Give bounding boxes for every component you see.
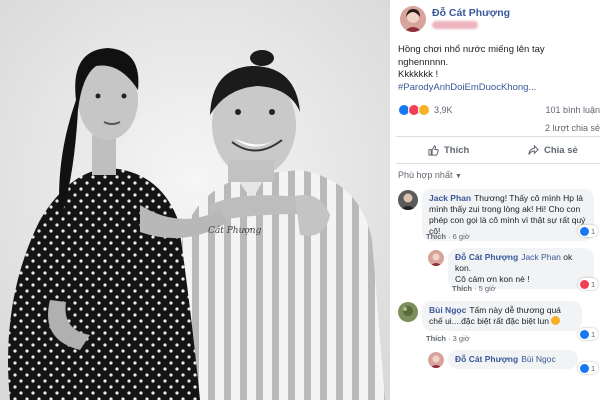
like-button[interactable]: Thích (428, 140, 469, 160)
comment-reaction-badge[interactable]: 1 (578, 328, 599, 340)
comment-like-link[interactable]: Thích (426, 232, 446, 241)
share-button-label: Chia sẻ (544, 144, 578, 156)
reply-author-avatar[interactable] (428, 250, 444, 266)
post-timestamp-blurred (432, 21, 478, 29)
reply-bubble: Đỗ Cát Phượng Jack Phan ok kon. Cô cảm ơn… (448, 248, 594, 289)
post-caption: Hồng chơi nhổ nước miếng lên tay nghennn… (398, 44, 596, 94)
caption-line-1: Hồng chơi nhổ nước miếng lên tay nghennn… (398, 44, 545, 68)
comment-reaction-count: 1 (591, 226, 596, 236)
divider-top (396, 136, 600, 137)
reply-mention[interactable]: Bùi Ngọc (521, 354, 556, 364)
comment-meta: Thích · 6 giờ (426, 232, 470, 241)
post-panel: Đỗ Cát Phượng Hồng chơi nhổ nước miếng l… (390, 0, 600, 400)
like-reaction-icon (580, 363, 589, 373)
reply-author-avatar[interactable] (428, 352, 444, 368)
thumbs-up-icon (428, 144, 439, 156)
smile-emoji-icon (551, 316, 561, 325)
share-arrow-icon (528, 144, 539, 155)
post-author-name[interactable]: Đỗ Cát Phượng (432, 7, 510, 19)
share-button[interactable]: Chia sẻ (528, 140, 578, 160)
comment-reply: Đỗ Cát Phượng Bùi Ngọc 1 (390, 348, 600, 378)
comment-time[interactable]: 3 giờ (453, 334, 470, 343)
reply-reaction-badge[interactable]: 1 (578, 278, 599, 290)
reactions-summary[interactable]: 3,9K 101 bình luận 2 lượt chia sẻ (396, 104, 600, 133)
like-button-label: Thích (444, 144, 470, 156)
comment-meta: Thích · 3 giờ (426, 334, 470, 343)
comment-reply: Đỗ Cát Phượng Jack Phan ok kon. Cô cảm ơn… (390, 246, 600, 296)
comment-bubble: Bùi Ngọc Tấm này dễ thương quá chế ui....… (422, 301, 582, 331)
shares-count[interactable]: 2 lượt chia sẻ (545, 123, 600, 133)
photo-signature: Cát Phượng (208, 225, 262, 236)
author-avatar[interactable] (400, 6, 426, 32)
reply-mention[interactable]: Jack Phan (521, 252, 561, 262)
like-reaction-icon (580, 226, 589, 236)
reply-reaction-badge[interactable]: 1 (578, 362, 599, 374)
love-reaction-icon (580, 279, 589, 289)
commenter-avatar[interactable] (398, 302, 418, 322)
comment-author[interactable]: Jack Phan (429, 193, 471, 203)
post-photo[interactable]: Cát Phượng (0, 0, 390, 400)
chevron-down-icon: ▼ (454, 173, 462, 180)
divider-bottom (396, 163, 600, 164)
post-header: Đỗ Cát Phượng (390, 0, 600, 36)
reply-author[interactable]: Đỗ Cát Phượng (455, 252, 518, 262)
reply-like-link[interactable]: Thích (452, 284, 472, 293)
comment-reaction-count: 1 (591, 329, 596, 339)
reply-reaction-count: 1 (591, 363, 596, 373)
reply-text-line-2: Cô cảm ơn kon nè ! (455, 274, 530, 284)
comment-item: Jack Phan Thương! Thấy cô mình Hp là mình… (390, 186, 600, 244)
reply-bubble: Đỗ Cát Phượng Bùi Ngọc (448, 350, 578, 369)
comments-count[interactable]: 101 bình luận (545, 105, 600, 115)
haha-reaction-icon (418, 104, 430, 116)
comment-author[interactable]: Bùi Ngọc (429, 305, 466, 315)
commenter-avatar[interactable] (398, 190, 418, 210)
caption-line-2: Kkkkkkk ! (398, 69, 439, 80)
comment-time[interactable]: 6 giờ (453, 232, 470, 241)
like-reaction-icon (580, 329, 589, 339)
hashtag-link[interactable]: #ParodyAnhDoiEmDuocKhong... (398, 82, 596, 95)
reply-author[interactable]: Đỗ Cát Phượng (455, 354, 518, 364)
sort-label: Phù hợp nhất (398, 170, 453, 180)
comment-item: Bùi Ngọc Tấm này dễ thương quá chế ui....… (390, 298, 600, 346)
reply-time[interactable]: 5 giờ (479, 284, 496, 293)
reactions-count[interactable]: 3,9K (434, 105, 453, 115)
reply-meta: Thích · 5 giờ (452, 284, 496, 293)
comment-reaction-badge[interactable]: 1 (578, 225, 599, 237)
comment-sort-dropdown[interactable]: Phù hợp nhất ▼ (398, 170, 462, 180)
comment-like-link[interactable]: Thích (426, 334, 446, 343)
reply-reaction-count: 1 (591, 279, 596, 289)
